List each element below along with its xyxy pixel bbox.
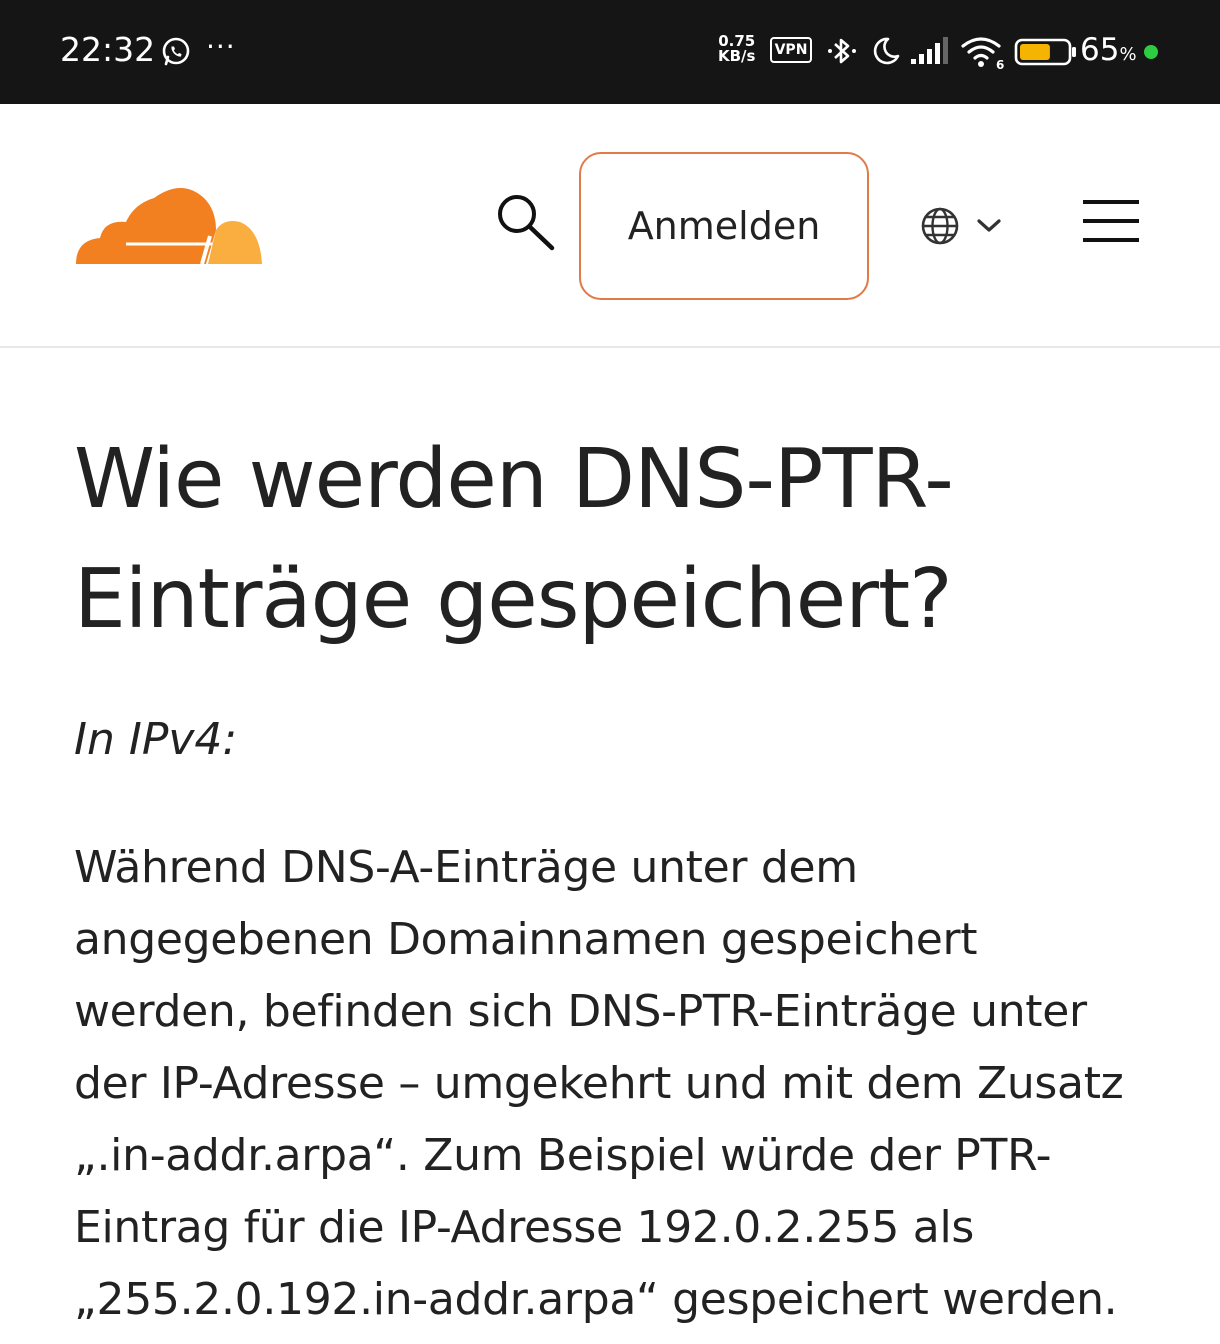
cloudflare-logo[interactable] bbox=[74, 178, 264, 272]
page-title: Wie werden DNS-PTR-Einträge gespeichert? bbox=[74, 432, 954, 647]
battery-fill bbox=[1020, 44, 1050, 60]
wifi-badge: 6 bbox=[996, 58, 1004, 70]
network-speed-unit: KB/s bbox=[718, 47, 756, 65]
login-button[interactable]: Anmelden bbox=[579, 152, 869, 300]
site-header: Anmelden bbox=[0, 104, 1220, 348]
search-icon bbox=[498, 195, 555, 251]
globe-icon bbox=[921, 207, 959, 245]
language-selector[interactable] bbox=[918, 204, 1008, 252]
search-button[interactable] bbox=[492, 190, 560, 258]
bluetooth-icon bbox=[826, 34, 858, 72]
wifi-icon: 6 bbox=[960, 36, 1006, 74]
article-content: Wie werden DNS-PTR-Einträge gespeichert?… bbox=[74, 420, 1154, 1336]
hamburger-menu-icon bbox=[1083, 200, 1139, 242]
do-not-disturb-moon-icon bbox=[870, 34, 902, 72]
chevron-down-icon bbox=[977, 219, 1001, 232]
status-bar: 22:32 ··· 0.75 KB/s VPN 6 65% bbox=[0, 0, 1220, 104]
network-speed: 0.75 KB/s bbox=[718, 34, 755, 64]
vpn-icon: VPN bbox=[770, 37, 812, 63]
battery-percent-sign: % bbox=[1119, 44, 1137, 65]
battery-percent-value: 65 bbox=[1080, 32, 1120, 68]
cellular-signal-icon bbox=[910, 36, 952, 70]
whatsapp-icon bbox=[160, 36, 192, 72]
status-online-dot bbox=[1144, 45, 1158, 59]
hamburger-menu-button[interactable] bbox=[1082, 198, 1140, 246]
article-paragraph: Während DNS-A-Einträge unter dem angegeb… bbox=[74, 842, 1124, 1325]
battery-icon bbox=[1014, 38, 1078, 70]
section-subheading: In IPv4: bbox=[74, 714, 238, 765]
battery-percent: 65% bbox=[1080, 32, 1137, 68]
status-time: 22:32 bbox=[60, 30, 156, 69]
overflow-dots-icon: ··· bbox=[206, 30, 236, 63]
